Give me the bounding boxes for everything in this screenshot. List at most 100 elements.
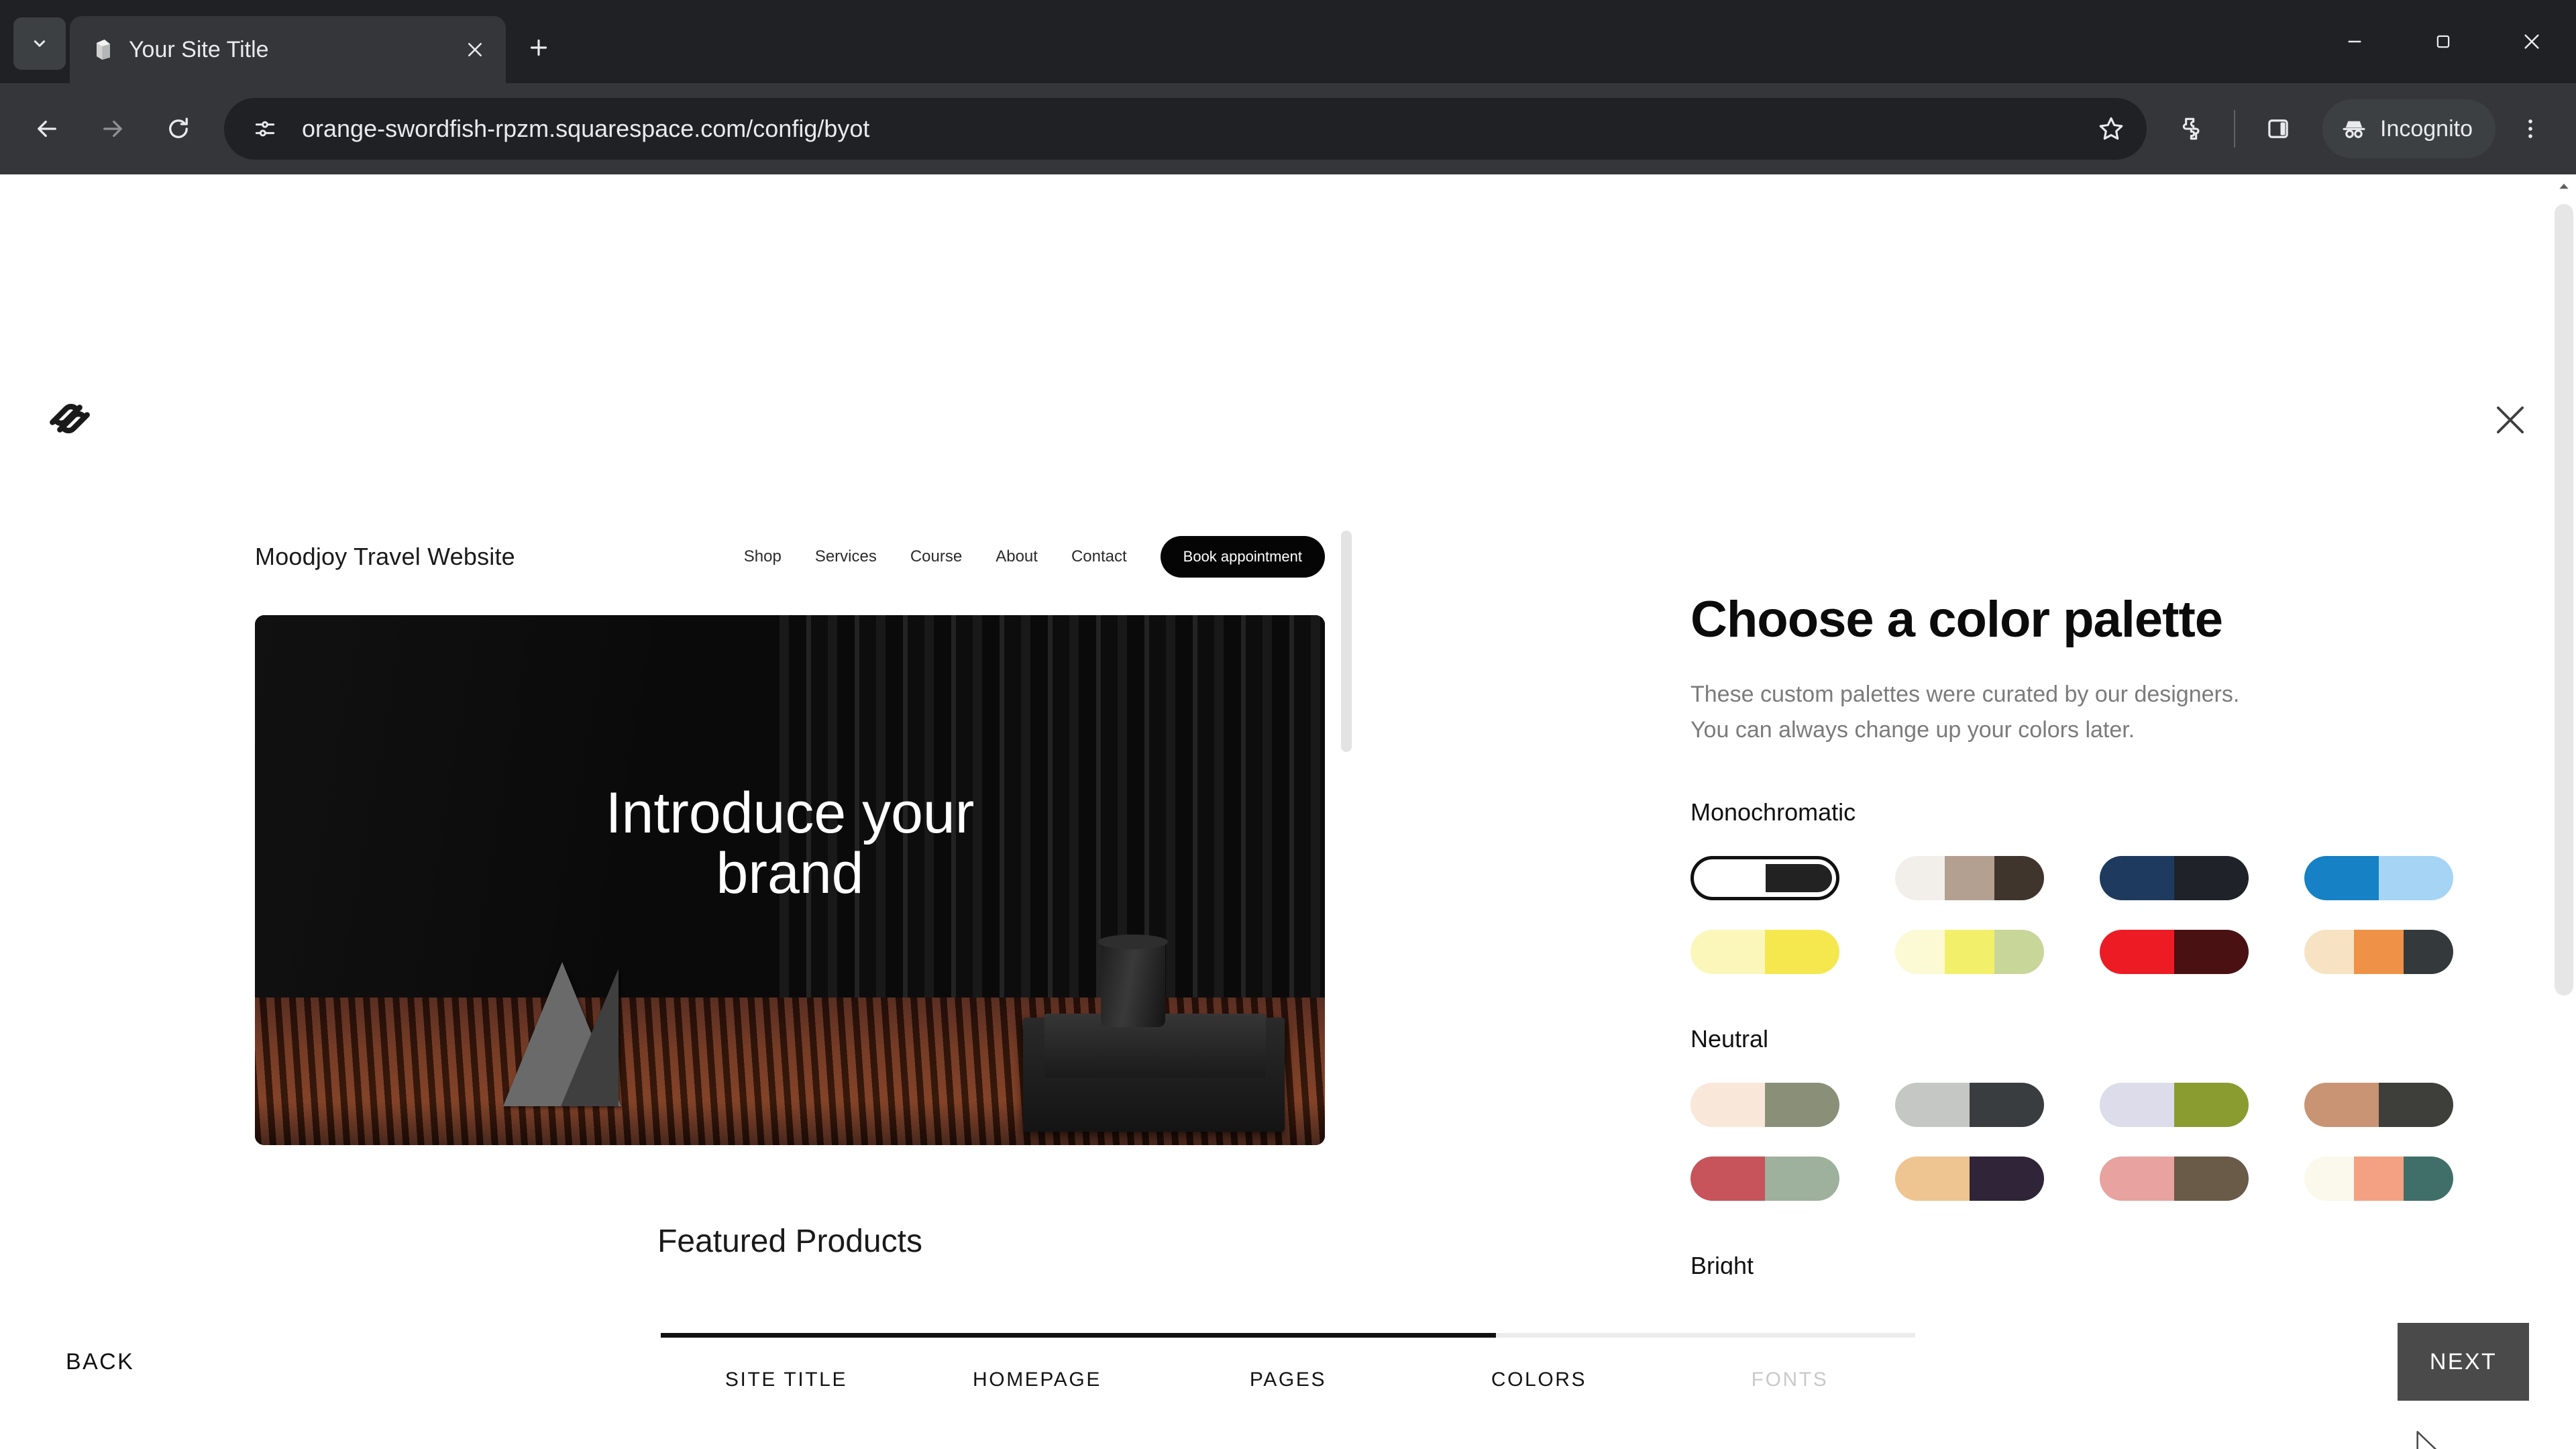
preview-nav-services[interactable]: Services (815, 547, 877, 566)
palette-color-segment (1994, 930, 2044, 975)
tune-icon (255, 121, 275, 137)
palette-swatch-inner (1699, 864, 1832, 893)
palette-group-title: Monochromatic (1690, 798, 1856, 826)
palette-color-segment (2174, 930, 2249, 975)
maximize-button[interactable] (2399, 0, 2487, 83)
preview-hero-image: Introduce your brand (255, 615, 1325, 1145)
reload-icon (169, 117, 188, 138)
incognito-label: Incognito (2380, 115, 2473, 142)
palette-color-segment (1690, 930, 1765, 975)
star-icon (2099, 117, 2123, 140)
hero-title-line-2: brand (716, 841, 864, 906)
new-tab-button[interactable] (515, 24, 562, 71)
palette-color-segment (1945, 856, 1994, 901)
page-scrollbar-thumb[interactable] (2555, 204, 2573, 996)
palette-color-segment (1895, 1157, 1970, 1201)
palette-color-segment (2174, 1083, 2249, 1128)
palette-color-segment (2304, 930, 2354, 975)
palette-color-segment (2404, 930, 2453, 975)
palette-swatch[interactable] (1690, 1157, 1839, 1201)
step-colors[interactable]: COLORS (1413, 1368, 1664, 1391)
palette-swatch[interactable] (2100, 930, 2249, 975)
palette-swatch[interactable] (1690, 856, 1839, 901)
bookmark-button[interactable] (2088, 105, 2135, 152)
palette-swatch[interactable] (2100, 1083, 2249, 1128)
scroll-up-button[interactable] (2552, 174, 2576, 199)
forward-button[interactable] (83, 99, 142, 158)
palette-color-segment (1690, 1083, 1765, 1128)
palette-swatch[interactable] (2304, 1157, 2453, 1201)
address-bar[interactable]: orange-swordfish-rpzm.squarespace.com/co… (224, 98, 2147, 160)
preview-scrollbar-thumb[interactable] (1341, 531, 1352, 752)
tab-search-button[interactable] (13, 17, 66, 70)
reload-button[interactable] (149, 99, 208, 158)
side-panel-button[interactable] (2250, 101, 2306, 157)
back-button[interactable] (17, 99, 76, 158)
palette-color-segment (2174, 1157, 2249, 1201)
side-panel-icon (2268, 119, 2288, 138)
more-vertical-icon (2528, 119, 2532, 138)
step-homepage[interactable]: HOMEPAGE (912, 1368, 1163, 1391)
preview-nav-shop[interactable]: Shop (744, 547, 782, 566)
palette-color-segment (1994, 856, 2044, 901)
caret-up-icon (2559, 183, 2569, 189)
palette-group-title: Neutral (1690, 1025, 1769, 1053)
palette-swatch[interactable] (2100, 1157, 2249, 1201)
back-button[interactable]: BACK (66, 1349, 134, 1375)
palette-color-segment (2379, 1083, 2453, 1128)
palette-color-segment (2100, 1083, 2174, 1128)
minimize-button[interactable] (2310, 0, 2399, 83)
palette-color-segment (2174, 856, 2249, 901)
palette-color-segment (2379, 856, 2453, 901)
preview-brand-title: Moodjoy Travel Website (255, 543, 515, 570)
arrow-forward-icon (103, 120, 122, 138)
step-fonts[interactable]: FONTS (1664, 1368, 1915, 1391)
palette-color-segment (1945, 930, 1994, 975)
step-site-title[interactable]: SITE TITLE (661, 1368, 912, 1391)
preview-nav-contact[interactable]: Contact (1071, 547, 1127, 566)
plus-icon (530, 39, 547, 56)
palette-swatch[interactable] (1895, 856, 2044, 901)
palette-swatch[interactable] (2100, 856, 2249, 901)
chevron-down-icon (34, 40, 46, 47)
browser-tab[interactable]: Your Site Title (70, 16, 506, 83)
wizard-stepper: SITE TITLE HOMEPAGE PAGES COLORS FONTS (661, 1332, 1915, 1391)
palette-color-segment (1765, 1157, 1839, 1201)
palette-color-segment (1895, 856, 1945, 901)
window-close-button[interactable] (2487, 0, 2576, 83)
palette-color-segment (2100, 930, 2174, 975)
preview-nav-course[interactable]: Course (910, 547, 962, 566)
preview-nav-about[interactable]: About (996, 547, 1038, 566)
palette-swatch[interactable] (1895, 1157, 2044, 1201)
site-settings-button[interactable] (243, 107, 287, 151)
extensions-button[interactable] (2163, 101, 2219, 157)
palette-swatch[interactable] (1690, 1083, 1839, 1128)
browser-toolbar: orange-swordfish-rpzm.squarespace.com/co… (0, 83, 2576, 174)
palette-color-segment (1970, 1157, 2044, 1201)
panel-subtitle-line-2: You can always change up your colors lat… (1690, 716, 2135, 743)
palette-color-segment (2304, 1157, 2354, 1201)
panel-subtitle-line-1: These custom palettes were curated by ou… (1690, 682, 2240, 707)
preview-book-appointment-button[interactable]: Book appointment (1160, 536, 1325, 578)
next-button[interactable]: NEXT (2398, 1323, 2529, 1401)
palette-swatch[interactable] (1690, 930, 1839, 975)
wizard-footer: BACK SITE TITLE HOMEPAGE PAGES COLORS FO… (0, 1275, 2576, 1449)
tab-strip: Your Site Title (0, 0, 2576, 83)
palette-swatch[interactable] (2304, 930, 2453, 975)
step-pages[interactable]: PAGES (1163, 1368, 1413, 1391)
palette-swatch[interactable] (2304, 1083, 2453, 1128)
tab-close-button[interactable] (458, 32, 492, 67)
incognito-indicator[interactable]: Incognito (2322, 99, 2496, 158)
extensions-icon (2182, 117, 2200, 140)
page-scrollbar[interactable] (2552, 174, 2576, 1449)
palette-color-segment (2354, 930, 2404, 975)
palette-swatch[interactable] (2304, 856, 2453, 901)
hero-title-line-1: Introduce your (605, 781, 975, 845)
palette-swatch[interactable] (1895, 930, 2044, 975)
chrome-menu-button[interactable] (2502, 101, 2559, 157)
palette-color-segment (1766, 864, 1832, 893)
palette-color-segment (1970, 1083, 2044, 1128)
palette-color-segment (2304, 856, 2379, 901)
palette-swatch[interactable] (1895, 1083, 2044, 1128)
maximize-icon (2436, 35, 2450, 48)
